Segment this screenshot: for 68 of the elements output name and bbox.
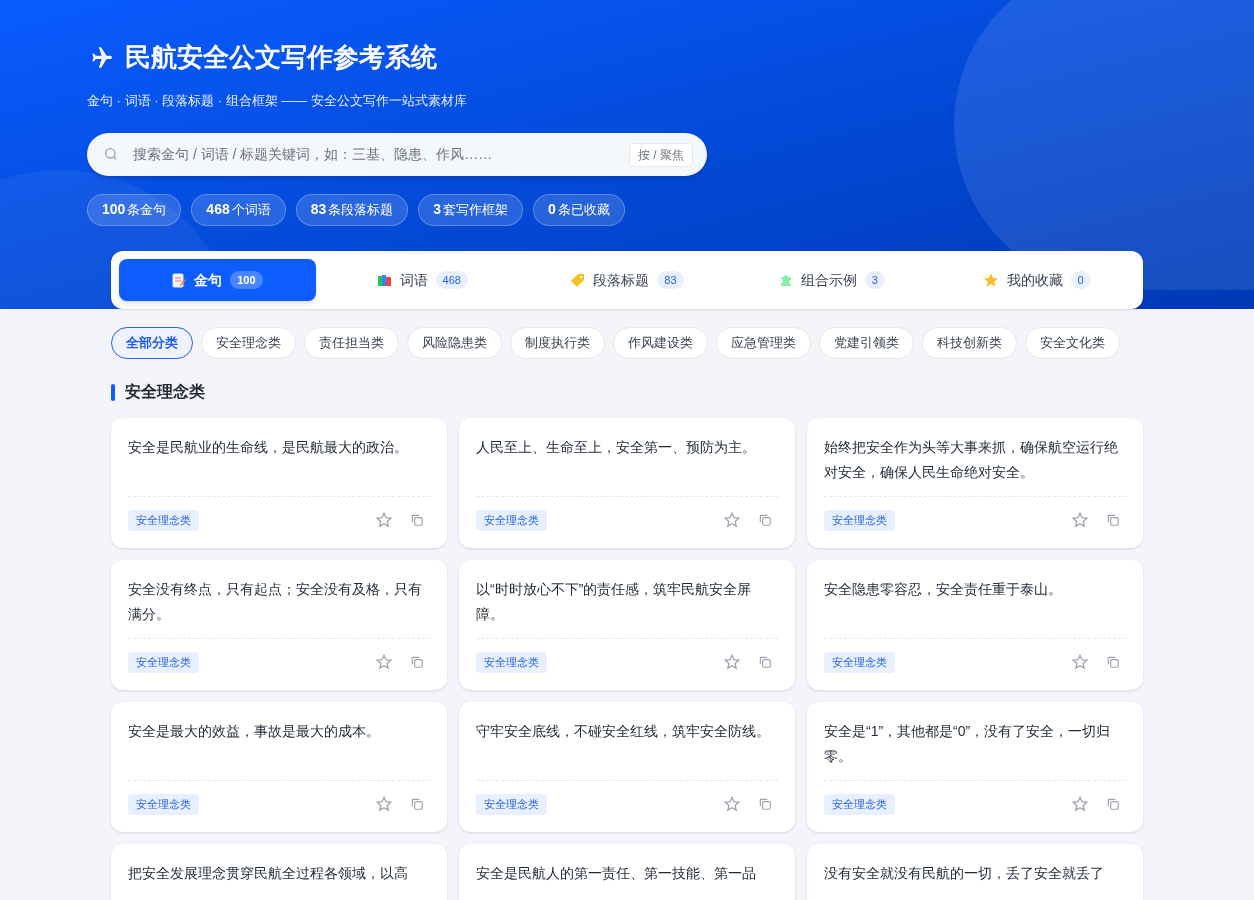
copy-button[interactable] [410, 655, 424, 670]
category-chip[interactable]: 安全理念类 [201, 327, 296, 359]
tab[interactable]: 组合示例 3 [733, 259, 931, 301]
star-button[interactable] [375, 795, 393, 814]
quote-text: 以“时时放心不下”的责任感，筑牢民航安全屏障。 [476, 580, 753, 624]
books-icon [376, 273, 392, 287]
quote-text: 安全隐患零容忍，安全责任重于泰山。 [824, 580, 1063, 599]
category-chip[interactable]: 党建引领类 [819, 327, 914, 359]
copy-button[interactable] [1106, 797, 1120, 812]
star-button[interactable] [375, 653, 393, 672]
copy-button[interactable] [758, 797, 772, 812]
quote-text: 人民至上、生命至上，安全第一、预防为主。 [476, 438, 757, 457]
copy-button[interactable] [410, 797, 424, 812]
quote-text: 守牢安全底线，不碰安全红线，筑牢安全防线。 [476, 722, 771, 741]
tab[interactable]: 我的收藏 0 [938, 259, 1135, 301]
category-chip[interactable]: 风险隐患类 [407, 327, 502, 359]
tab[interactable]: 段落标题 83 [528, 259, 726, 301]
category-tag: 安全理念类 [476, 652, 547, 673]
quote-text: 安全是民航业的生命线，是民航最大的政治。 [128, 438, 409, 457]
category-chip[interactable]: 安全文化类 [1025, 327, 1120, 359]
memo-icon [172, 272, 187, 288]
star-icon [982, 272, 999, 288]
category-chip[interactable]: 科技创新类 [922, 327, 1017, 359]
copy-button[interactable] [758, 655, 772, 670]
copy-button[interactable] [410, 513, 424, 528]
copy-button[interactable] [1106, 513, 1120, 528]
category-tag: 安全理念类 [476, 510, 547, 531]
subtitle: 金句 · 词语 · 段落标题 · 组合框架 —— 安全公文写作一站式素材库 [87, 92, 468, 110]
category-chip[interactable]: 作风建设类 [613, 327, 708, 359]
category-chip[interactable]: 全部分类 [111, 327, 193, 359]
app-title: 民航安全公文写作参考系统 [125, 41, 437, 74]
stat-pill: 0条已收藏 [533, 193, 625, 226]
category-chip[interactable]: 应急管理类 [716, 327, 811, 359]
puzzle-icon [778, 273, 793, 287]
category-tag: 安全理念类 [824, 510, 895, 531]
category-tag: 安全理念类 [128, 794, 199, 815]
category-tag: 安全理念类 [128, 510, 199, 531]
category-tag: 安全理念类 [476, 794, 547, 815]
stat-pill: 468个词语 [191, 193, 286, 226]
copy-button[interactable] [758, 513, 772, 528]
star-button[interactable] [1071, 653, 1089, 672]
star-button[interactable] [723, 511, 741, 530]
stat-pill: 3套写作框架 [418, 193, 524, 226]
category-tag: 安全理念类 [824, 652, 895, 673]
quote-text: 没有安全就没有民航的一切，丢了安全就丢了 [824, 864, 1105, 883]
quote-text: 安全是“1”，其他都是“0”，没有了安全，一切归零。 [824, 722, 1112, 766]
category-chip[interactable]: 制度执行类 [510, 327, 605, 359]
search-icon [103, 145, 119, 162]
stat-pill: 100条金句 [87, 193, 182, 226]
tag-icon [570, 272, 586, 288]
category-tag: 安全理念类 [128, 652, 199, 673]
star-button[interactable] [723, 795, 741, 814]
quote-text: 安全是民航人的第一责任、第一技能、第一品 [476, 864, 757, 883]
tab[interactable]: 词语 468 [323, 259, 521, 301]
stat-pill: 83条段落标题 [295, 193, 409, 226]
star-button[interactable] [723, 653, 741, 672]
star-button[interactable] [1071, 511, 1089, 530]
quote-text: 安全是最大的效益，事故是最大的成本。 [128, 722, 381, 741]
quote-text: 安全没有终点，只有起点；安全没有及格，只有满分。 [128, 580, 423, 624]
quote-text: 始终把安全作为头等大事来抓，确保航空运行绝对安全，确保人民生命绝对安全。 [824, 438, 1119, 482]
category-chip[interactable]: 责任担当类 [304, 327, 399, 359]
copy-button[interactable] [1106, 655, 1120, 670]
category-tag: 安全理念类 [824, 794, 895, 815]
tab[interactable]: 金句 100 [119, 259, 316, 301]
star-button[interactable] [375, 511, 393, 530]
section-title: 安全理念类 [125, 382, 205, 402]
quote-text: 把安全发展理念贯穿民航全过程各领域，以高 [128, 864, 409, 883]
star-button[interactable] [1071, 795, 1089, 814]
